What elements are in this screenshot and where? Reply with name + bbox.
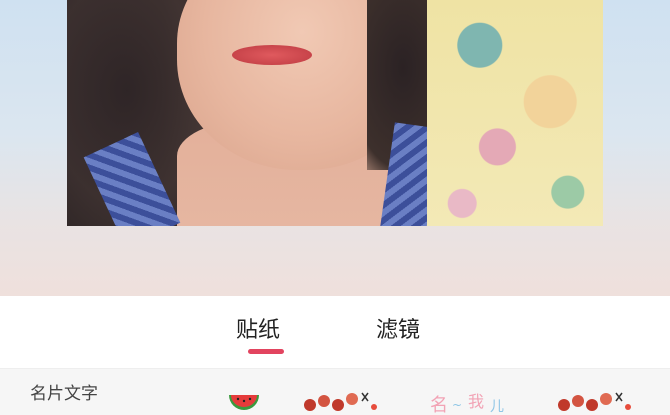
svg-text:~: ~ <box>452 398 462 412</box>
tab-stickers[interactable]: 贴纸 <box>236 312 280 344</box>
svg-text:我: 我 <box>468 392 484 411</box>
photo-lips <box>232 45 312 65</box>
photo-preview-area <box>0 0 670 296</box>
flower-text-sticker-icon[interactable] <box>556 389 636 415</box>
editor-tab-bar: 贴纸 滤镜 <box>0 296 670 368</box>
active-tab-indicator <box>248 349 284 354</box>
tab-filters[interactable]: 滤镜 <box>376 312 420 344</box>
photo-floral-background <box>427 0 603 226</box>
watermelon-sticker-icon[interactable] <box>226 389 262 415</box>
svg-text:名: 名 <box>430 395 448 415</box>
sticker-panel: 名片文字 名 ~ 我 儿 <box>0 369 670 415</box>
svg-text:儿: 儿 <box>490 399 504 415</box>
edited-photo[interactable] <box>67 0 603 226</box>
flower-text-sticker-icon[interactable] <box>302 389 382 415</box>
sticker-section-title: 名片文字 <box>30 384 98 404</box>
pastel-text-sticker-icon[interactable]: 名 ~ 我 儿 <box>428 389 524 415</box>
